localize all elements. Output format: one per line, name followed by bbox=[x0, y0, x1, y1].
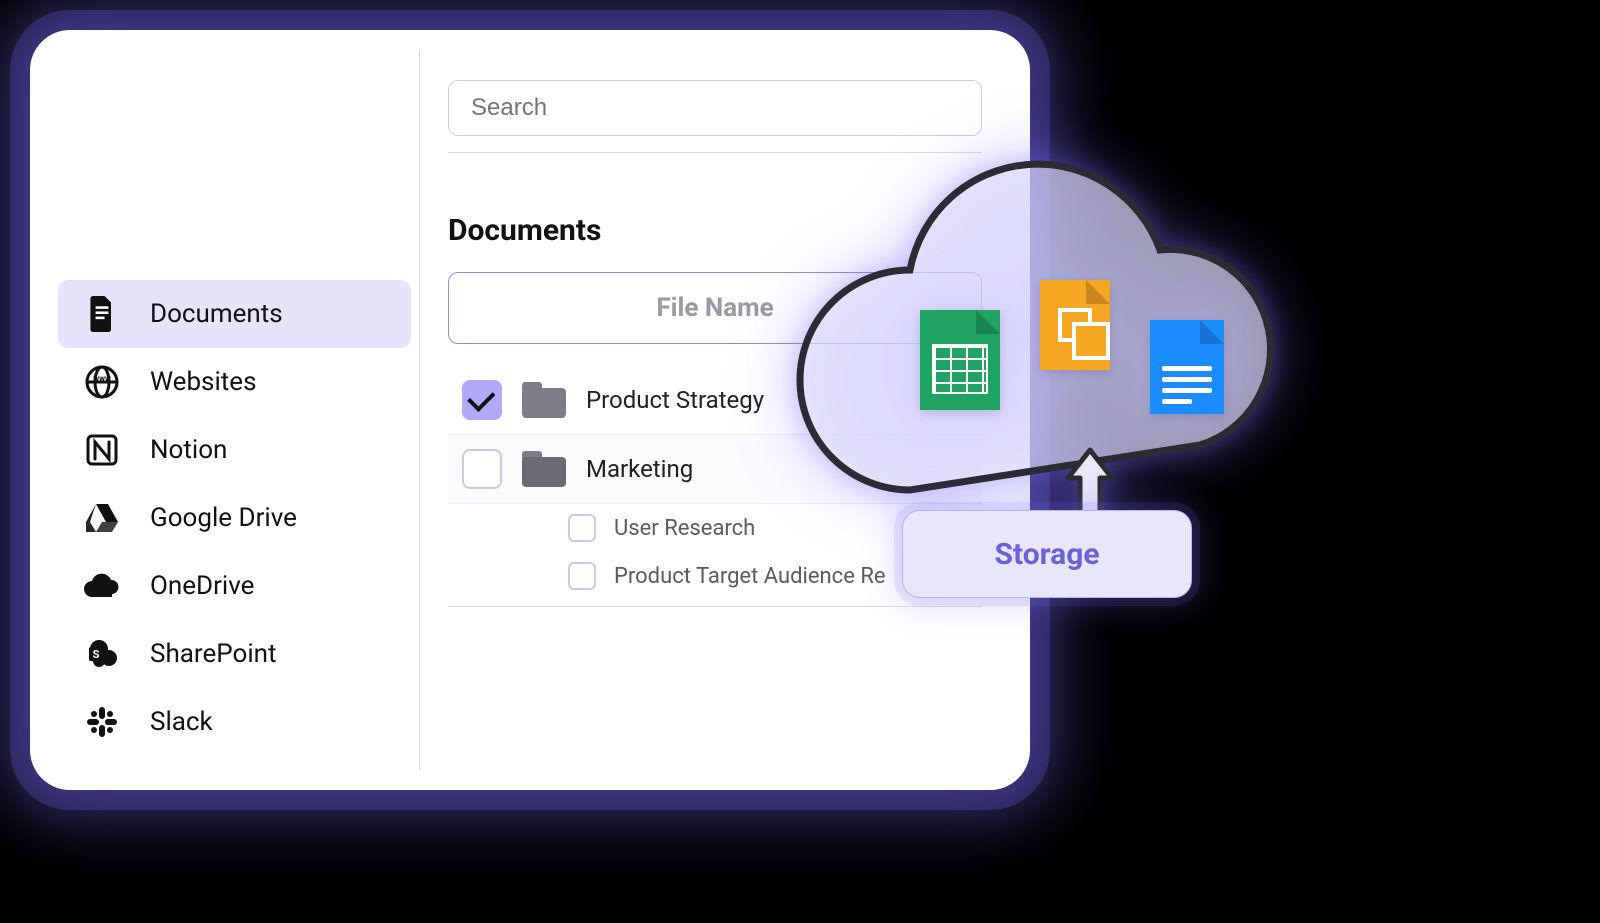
google-docs-icon bbox=[1150, 320, 1224, 414]
folder-open-icon bbox=[522, 451, 566, 487]
sidebar-item-google-drive[interactable]: Google Drive bbox=[58, 484, 411, 552]
divider bbox=[448, 606, 982, 607]
sidebar-item-label: Slack bbox=[150, 707, 213, 737]
google-drive-icon bbox=[82, 498, 122, 538]
folder-icon bbox=[522, 382, 566, 418]
row-checkbox[interactable] bbox=[462, 380, 502, 420]
notion-icon bbox=[82, 430, 122, 470]
folder-name: Product Strategy bbox=[586, 386, 764, 414]
www-icon: www bbox=[82, 362, 122, 402]
sidebar-item-sharepoint[interactable]: S SharePoint bbox=[58, 620, 411, 688]
search-input[interactable] bbox=[448, 80, 982, 136]
slack-icon bbox=[82, 702, 122, 742]
sidebar-item-label: Documents bbox=[150, 299, 283, 329]
document-icon bbox=[82, 294, 122, 334]
sidebar-item-label: OneDrive bbox=[150, 571, 254, 601]
row-checkbox[interactable] bbox=[568, 514, 596, 542]
google-slides-icon bbox=[1040, 280, 1110, 370]
svg-text:S: S bbox=[93, 648, 100, 661]
sidebar-item-notion[interactable]: Notion bbox=[58, 416, 411, 484]
sidebar-item-onedrive[interactable]: OneDrive bbox=[58, 552, 411, 620]
storage-button[interactable]: Storage bbox=[902, 510, 1192, 598]
file-name: User Research bbox=[614, 516, 755, 541]
sidebar: Documents www Websites Notion Google Dri… bbox=[50, 50, 420, 770]
sidebar-item-label: Google Drive bbox=[150, 503, 297, 533]
svg-text:www: www bbox=[93, 374, 111, 383]
sidebar-item-label: SharePoint bbox=[150, 639, 277, 669]
folder-name: Marketing bbox=[586, 455, 693, 483]
sidebar-item-documents[interactable]: Documents bbox=[58, 280, 411, 348]
sharepoint-icon: S bbox=[82, 634, 122, 674]
row-checkbox[interactable] bbox=[462, 449, 502, 489]
sidebar-item-websites[interactable]: www Websites bbox=[58, 348, 411, 416]
google-sheets-icon bbox=[920, 310, 1000, 410]
onedrive-icon bbox=[82, 566, 122, 606]
sidebar-item-label: Websites bbox=[150, 367, 257, 397]
storage-label: Storage bbox=[994, 537, 1099, 572]
sidebar-item-slack[interactable]: Slack bbox=[58, 688, 411, 756]
sidebar-item-label: Notion bbox=[150, 435, 227, 465]
divider bbox=[448, 152, 982, 153]
row-checkbox[interactable] bbox=[568, 562, 596, 590]
